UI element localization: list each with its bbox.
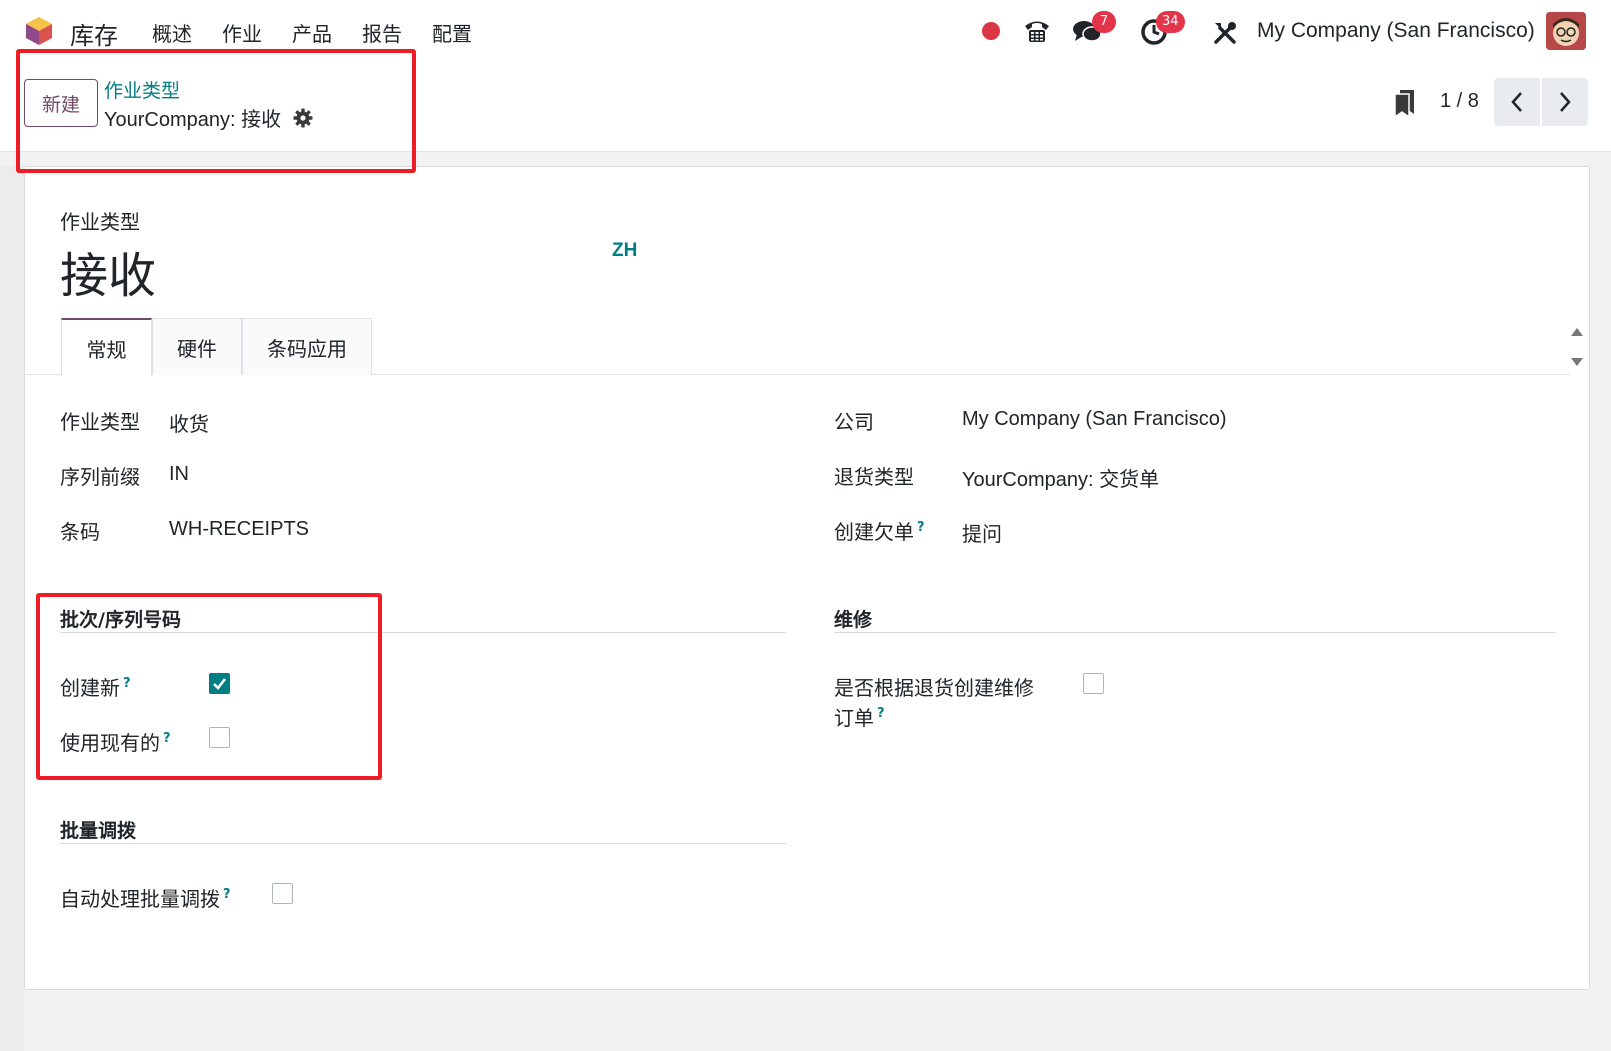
- new-button[interactable]: 新建: [24, 79, 98, 127]
- menu-configuration[interactable]: 配置: [432, 18, 472, 47]
- menu-operations[interactable]: 作业: [222, 18, 262, 47]
- auto-batch-label-text: 自动处理批量调拨: [60, 887, 220, 911]
- scroll-up-arrow-icon[interactable]: [1571, 328, 1583, 336]
- field-label-use-existing-lots: 使用现有的?: [60, 727, 171, 756]
- pager-next-button[interactable]: [1542, 78, 1588, 126]
- record-dot-icon[interactable]: [982, 22, 1000, 40]
- field-value-barcode[interactable]: WH-RECEIPTS: [169, 518, 309, 541]
- operation-type-name-field[interactable]: 接收: [60, 236, 156, 306]
- record-title: YourCompany: 接收: [104, 103, 313, 132]
- form-tabs: 常规 硬件 条码应用: [24, 318, 1570, 376]
- phone-icon[interactable]: [1022, 16, 1052, 46]
- field-value-company[interactable]: My Company (San Francisco): [962, 408, 1227, 431]
- debug-tools-icon[interactable]: [1212, 20, 1238, 46]
- field-label-create-repair-line1: 是否根据退货创建维修: [834, 676, 1034, 700]
- section-divider: [60, 843, 786, 844]
- create-repair-label-text: 订单: [834, 706, 874, 730]
- chevron-left-icon: [1511, 92, 1522, 112]
- field-label-auto-batch: 自动处理批量调拨?: [60, 883, 231, 912]
- gear-icon[interactable]: [293, 108, 313, 128]
- field-label-create-backorder: 创建欠单?: [834, 516, 925, 545]
- field-value-return-type[interactable]: YourCompany: 交货单: [962, 463, 1159, 492]
- field-value-create-backorder[interactable]: 提问: [962, 518, 1002, 547]
- menu-overview[interactable]: 概述: [152, 18, 192, 47]
- app-name[interactable]: 库存: [70, 16, 118, 51]
- operation-type-label: 作业类型: [60, 210, 140, 234]
- field-label-company: 公司: [834, 410, 874, 434]
- top-navbar: 库存 概述 作业 产品 报告 配置 7 34 My Company (San F…: [0, 0, 1611, 64]
- field-label-barcode: 条码: [60, 520, 100, 544]
- form-sheet: [24, 166, 1590, 990]
- create-repair-checkbox[interactable]: [1083, 673, 1104, 694]
- field-value-sequence-prefix[interactable]: IN: [169, 463, 189, 486]
- user-avatar[interactable]: [1546, 12, 1586, 50]
- section-title-repair: 维修: [834, 609, 873, 631]
- help-tooltip-icon[interactable]: ?: [877, 706, 885, 721]
- menu-products[interactable]: 产品: [292, 18, 332, 47]
- activities-badge: 34: [1156, 11, 1185, 33]
- create-new-lots-checkbox[interactable]: [209, 673, 230, 694]
- section-divider: [834, 632, 1556, 633]
- use-existing-label-text: 使用现有的: [60, 731, 160, 755]
- help-tooltip-icon[interactable]: ?: [163, 731, 171, 746]
- field-label-create-new-lots: 创建新?: [60, 672, 131, 701]
- tab-barcode-app[interactable]: 条码应用: [242, 318, 372, 375]
- messages-badge: 7: [1092, 11, 1116, 33]
- field-value-type-of-operation[interactable]: 收货: [169, 408, 209, 437]
- breadcrumb-operation-types[interactable]: 作业类型: [104, 76, 180, 103]
- company-switcher[interactable]: My Company (San Francisco): [1257, 19, 1535, 43]
- section-title-lots: 批次/序列号码: [60, 609, 181, 631]
- section-title-batch-transfers: 批量调拨: [60, 820, 137, 842]
- pager-previous-button[interactable]: [1494, 78, 1540, 126]
- language-toggle[interactable]: ZH: [612, 240, 637, 262]
- section-divider: [60, 632, 786, 633]
- scroll-down-arrow-icon[interactable]: [1571, 358, 1583, 366]
- chevron-right-icon: [1560, 92, 1571, 112]
- field-label-type-of-operation: 作业类型: [60, 410, 140, 434]
- help-tooltip-icon[interactable]: ?: [123, 676, 131, 691]
- left-background-strip: [0, 166, 24, 1051]
- field-label-create-repair-line2: 订单?: [834, 702, 885, 731]
- pager-value[interactable]: 1 / 8: [1440, 90, 1479, 113]
- create-backorder-label-text: 创建欠单: [834, 520, 914, 544]
- control-panel: 新建 作业类型 YourCompany: 接收 1 / 8: [0, 64, 1611, 152]
- bookmark-icon[interactable]: [1392, 88, 1416, 118]
- create-new-label-text: 创建新: [60, 676, 120, 700]
- auto-batch-checkbox[interactable]: [272, 883, 293, 904]
- app-logo-icon[interactable]: [24, 16, 54, 46]
- menu-reporting[interactable]: 报告: [362, 18, 402, 47]
- field-label-return-type: 退货类型: [834, 465, 914, 489]
- help-tooltip-icon[interactable]: ?: [223, 887, 231, 902]
- help-tooltip-icon[interactable]: ?: [917, 520, 925, 535]
- checkmark-icon: [213, 678, 227, 690]
- record-title-text: YourCompany: 接收: [104, 109, 282, 131]
- field-label-sequence-prefix: 序列前缀: [60, 465, 140, 489]
- tab-hardware[interactable]: 硬件: [152, 318, 242, 375]
- main-menu: 概述 作业 产品 报告 配置: [152, 18, 502, 47]
- use-existing-lots-checkbox[interactable]: [209, 727, 230, 748]
- tab-general[interactable]: 常规: [61, 318, 152, 376]
